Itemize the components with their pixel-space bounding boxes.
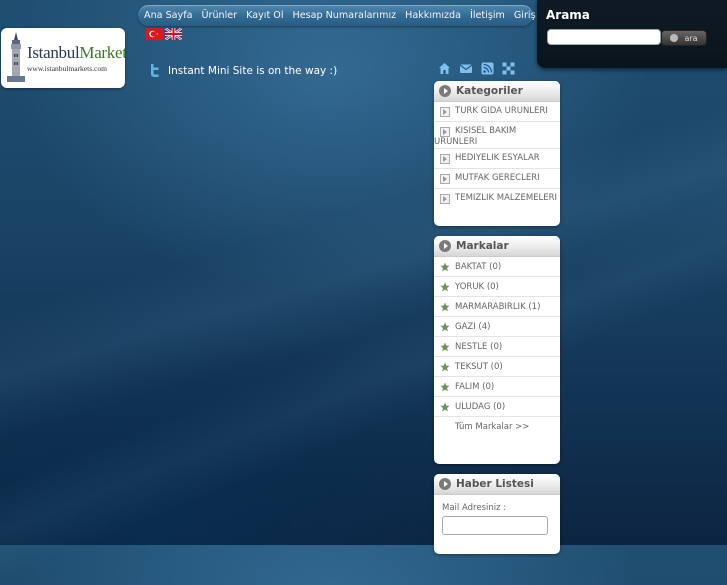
newsletter-body: Mail Adresiniz :	[434, 495, 560, 543]
arrow-right-icon	[440, 174, 450, 184]
twitter-status: Instant Mini Site is on the way :)	[148, 64, 337, 77]
tower-icon	[7, 32, 25, 82]
brands-box: Markalar BAKTAT (0) YORUK (0) MARMARABIR…	[434, 236, 560, 464]
nav-ana-sayfa[interactable]: Ana Sayfa	[144, 10, 192, 21]
arrow-right-icon	[440, 194, 450, 204]
nav-giris[interactable]: Giriş	[514, 10, 536, 21]
category-label: TURK GIDA URUNLERI	[455, 106, 548, 116]
star-icon	[440, 322, 450, 332]
uk-flag-icon[interactable]	[165, 28, 182, 40]
category-item[interactable]: HEDIYELIK ESYALAR	[434, 149, 560, 169]
quick-icons	[438, 62, 515, 75]
star-icon	[440, 262, 450, 272]
nav-hesap-numaralarimiz[interactable]: Hesap Numaralarımız	[293, 10, 397, 21]
nav-urunler[interactable]: Ürünler	[201, 10, 237, 21]
category-label: TEMIZLIK MALZEMELERI	[455, 193, 558, 203]
brand-label: YORUK (0)	[455, 282, 499, 292]
brands-title: Markalar	[456, 240, 509, 252]
arrow-circle-icon	[439, 85, 451, 97]
brand-item[interactable]: ULUDAG (0)	[434, 397, 560, 417]
arrow-right-icon	[440, 107, 450, 117]
brand-label: GAZI (4)	[455, 322, 491, 332]
nav-hakkimizda[interactable]: Hakkımızda	[405, 10, 461, 21]
category-item[interactable]: KISISEL BAKIM URUNLERI	[434, 122, 560, 149]
newsletter-header: Haber Listesi	[434, 474, 560, 495]
brand-item[interactable]: MARMARABIRLIK (1)	[434, 297, 560, 317]
search-button-dot-icon	[670, 34, 679, 42]
logo-brand-b: Market	[79, 43, 125, 62]
brand-item[interactable]: BAKTAT (0)	[434, 257, 560, 277]
brand-label: BAKTAT (0)	[455, 262, 502, 272]
brand-label: MARMARABIRLIK (1)	[455, 302, 541, 312]
categories-header: Kategoriler	[434, 81, 560, 102]
category-item[interactable]: MUTFAK GERECLERI	[434, 169, 560, 189]
search-button-label: ara	[684, 33, 698, 43]
star-icon	[440, 362, 450, 372]
top-nav: Ana Sayfa Ürünler Kayıt Ol Hesap Numaral…	[138, 5, 536, 26]
all-brands-link[interactable]: Tüm Markalar >>	[434, 417, 560, 437]
background-streak	[0, 88, 727, 452]
nav-kayit-ol[interactable]: Kayıt Ol	[246, 10, 283, 21]
brand-item[interactable]: YORUK (0)	[434, 277, 560, 297]
twitter-icon[interactable]	[148, 64, 160, 77]
search-panel: Arama ara	[537, 0, 727, 68]
site-logo[interactable]: IstanbulMarket www.istanbulmarkets.com	[1, 28, 125, 88]
categories-title: Kategoriler	[456, 85, 523, 97]
star-icon	[440, 382, 450, 392]
nav-iletisim[interactable]: İletişim	[470, 10, 505, 21]
logo-brand-a: Istanbul	[27, 43, 80, 62]
categories-list: TURK GIDA URUNLERI KISISEL BAKIM URUNLER…	[434, 102, 560, 209]
newsletter-title: Haber Listesi	[456, 478, 534, 490]
arrow-circle-icon	[439, 478, 451, 490]
star-icon	[440, 282, 450, 292]
star-icon	[440, 342, 450, 352]
logo-text: IstanbulMarket	[27, 43, 125, 63]
category-label: HEDIYELIK ESYALAR	[455, 153, 540, 163]
brand-label: ULUDAG (0)	[455, 402, 506, 412]
brand-label: NESTLE (0)	[455, 342, 503, 352]
home-icon[interactable]	[438, 62, 451, 75]
category-label: KISISEL BAKIM URUNLERI	[434, 126, 517, 147]
brand-item[interactable]: GAZI (4)	[434, 317, 560, 337]
logo-url: www.istanbulmarkets.com	[27, 64, 107, 73]
arrow-right-icon	[440, 154, 450, 164]
background-streak	[0, 164, 727, 585]
arrow-right-icon	[440, 127, 450, 137]
category-label: MUTFAK GERECLERI	[455, 173, 540, 183]
sitemap-icon[interactable]	[502, 62, 515, 75]
email-field[interactable]	[442, 516, 548, 535]
search-button[interactable]: ara	[661, 30, 707, 46]
categories-box: Kategoriler TURK GIDA URUNLERI KISISEL B…	[434, 81, 560, 226]
turkish-flag-icon[interactable]	[146, 28, 163, 40]
twitter-status-text: Instant Mini Site is on the way :)	[168, 64, 338, 77]
brands-list: BAKTAT (0) YORUK (0) MARMARABIRLIK (1) G…	[434, 257, 560, 437]
language-flags	[146, 28, 182, 40]
rss-icon[interactable]	[481, 62, 494, 75]
brand-label: FALIM (0)	[455, 382, 495, 392]
brand-item[interactable]: TEKSUT (0)	[434, 357, 560, 377]
mail-icon[interactable]	[459, 62, 473, 75]
newsletter-box: Haber Listesi Mail Adresiniz :	[434, 474, 560, 554]
brand-label: TEKSUT (0)	[455, 362, 503, 372]
arrow-circle-icon	[439, 240, 451, 252]
all-brands-label: Tüm Markalar >>	[455, 422, 530, 432]
category-item[interactable]: TURK GIDA URUNLERI	[434, 102, 560, 122]
search-title: Arama	[546, 8, 590, 22]
email-label: Mail Adresiniz :	[442, 503, 507, 513]
star-icon	[440, 402, 450, 412]
category-item[interactable]: TEMIZLIK MALZEMELERI	[434, 189, 560, 209]
brands-header: Markalar	[434, 236, 560, 257]
star-icon	[440, 302, 450, 312]
search-input[interactable]	[547, 29, 661, 45]
brand-item[interactable]: FALIM (0)	[434, 377, 560, 397]
brand-item[interactable]: NESTLE (0)	[434, 337, 560, 357]
